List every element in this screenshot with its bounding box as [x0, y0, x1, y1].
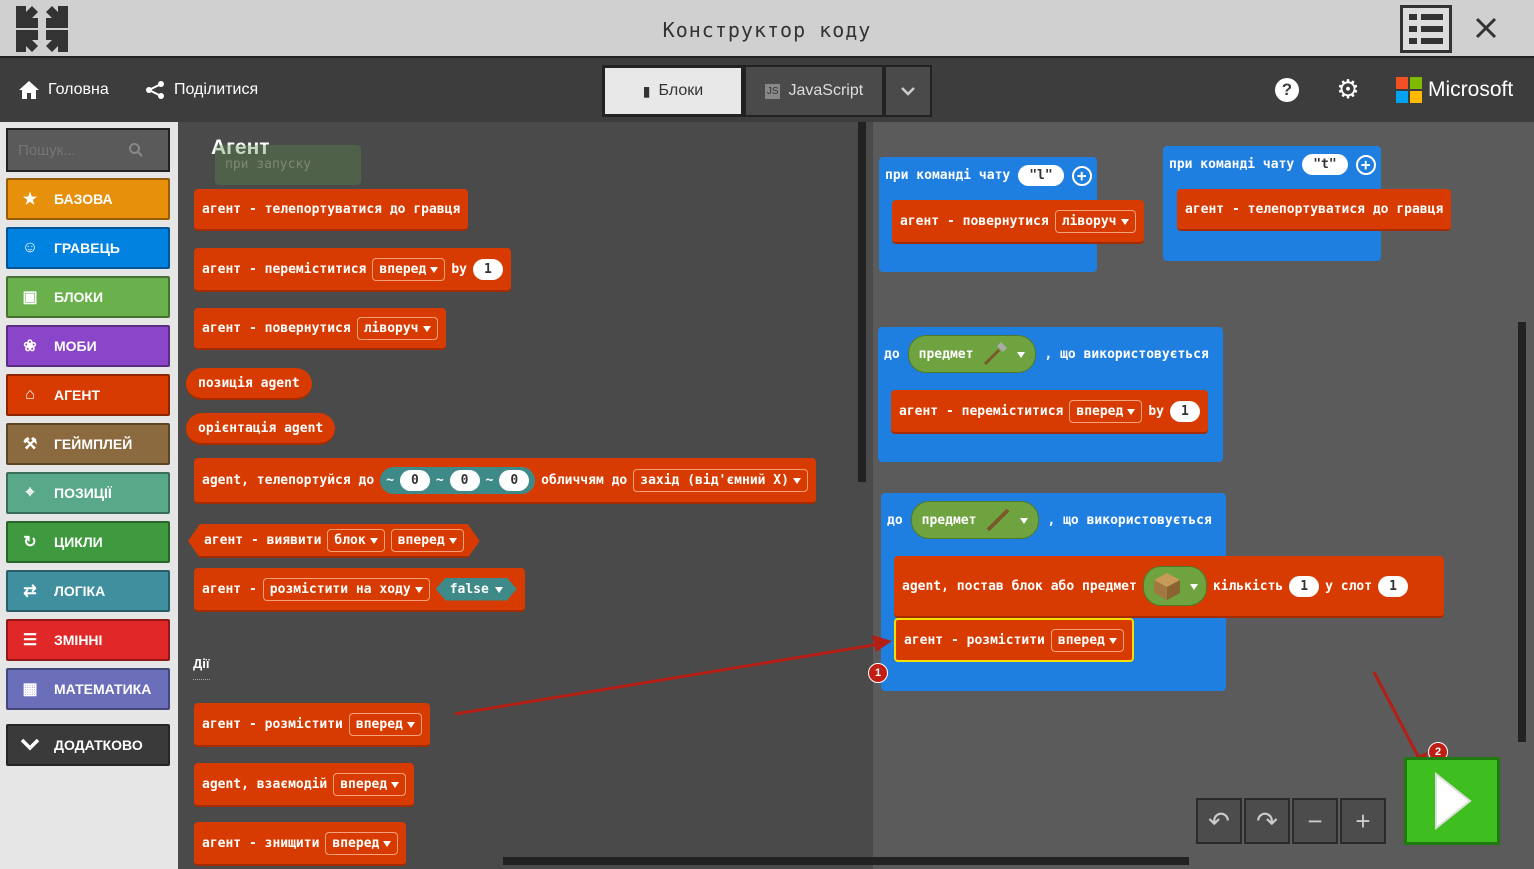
- workspace-controls: ↶ ↷ − +: [1196, 798, 1386, 844]
- zoom-out-icon[interactable]: −: [1292, 798, 1338, 844]
- play-icon: [1435, 771, 1472, 831]
- zoom-in-icon[interactable]: +: [1340, 798, 1386, 844]
- annotation-badge: 1: [868, 663, 888, 683]
- undo-icon[interactable]: ↶: [1196, 798, 1242, 844]
- annotation-arrows: [454, 635, 1427, 772]
- redo-icon[interactable]: ↷: [1244, 798, 1290, 844]
- run-button[interactable]: [1404, 757, 1500, 845]
